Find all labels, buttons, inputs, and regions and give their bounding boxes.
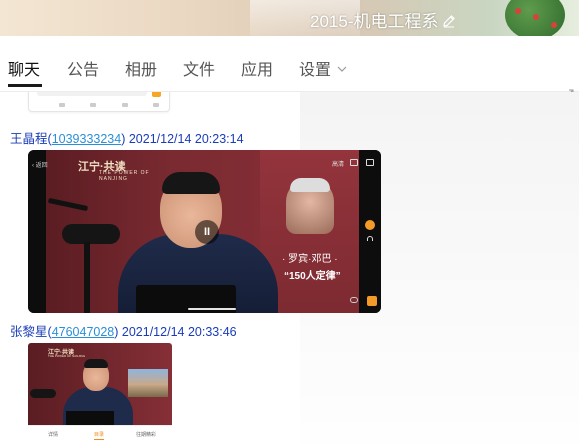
tab-announcements[interactable]: 公告	[67, 56, 99, 80]
group-title: 2015-机电工程系	[310, 7, 456, 32]
thumbnail-speaker-hair	[84, 359, 108, 368]
message-sender-line: 王晶程(1039333234) 2021/12/14 20:23:14	[10, 132, 244, 146]
video-progress-bar[interactable]	[188, 308, 236, 310]
thumbnail-microphone	[30, 389, 56, 398]
message-sender-line: 张黎星(476047028) 2021/12/14 20:33:46	[10, 325, 237, 339]
card-input-bar	[37, 92, 147, 96]
edit-icon[interactable]	[442, 14, 456, 28]
previous-message-card[interactable]	[28, 92, 170, 112]
message-time: 2021/12/14 20:23:14	[128, 132, 244, 146]
tab-bar: 聊天 公告 相册 文件 应用 设置	[0, 36, 579, 97]
speaker-hair	[162, 172, 220, 194]
caption-name: · 罗宾·邓巴 ·	[282, 254, 338, 265]
banner-berry-decoration	[551, 22, 557, 28]
thumbnail-tab-details[interactable]: 详情	[48, 431, 58, 438]
cast-screen-icon[interactable]	[366, 159, 374, 166]
thumbnail-tab-bar: 详情 目录 往期精彩	[28, 425, 172, 445]
pause-button[interactable]: II	[195, 220, 219, 244]
video-message[interactable]: ‹ 返回 江宁·共读 THE POWER OF NANJING II · 罗宾·…	[28, 150, 381, 313]
comment-icon[interactable]	[350, 297, 358, 303]
video-back-button[interactable]: ‹ 返回	[32, 160, 48, 169]
microphone-stand	[84, 242, 90, 313]
gift-icon[interactable]	[367, 296, 377, 306]
card-send-icon	[152, 92, 161, 97]
quality-label[interactable]: 高清	[332, 159, 344, 168]
headphone-icon[interactable]	[367, 236, 373, 241]
tab-settings[interactable]: 设置	[299, 56, 347, 80]
tab-chat[interactable]: 聊天	[8, 56, 40, 80]
sender-qq-link[interactable]: 1039333234	[52, 132, 122, 146]
tab-files[interactable]: 文件	[183, 56, 215, 80]
share-icon[interactable]	[365, 220, 375, 230]
chevron-down-icon	[337, 66, 347, 72]
thumbnail-building-photo	[128, 369, 168, 397]
banner-berry-decoration	[515, 8, 521, 14]
picture-in-picture-icon[interactable]	[350, 159, 358, 166]
thumbnail-tab-past[interactable]: 往期精彩	[136, 431, 156, 438]
active-tab-indicator	[8, 84, 42, 87]
thumbnail-active-tab-indicator	[94, 439, 104, 440]
caption-title: “150人定律”	[284, 271, 341, 282]
card-toolbar	[59, 103, 159, 107]
chat-message-area[interactable]: 王晶程(1039333234) 2021/12/14 20:23:14 ‹ 返回…	[0, 92, 579, 445]
microphone	[62, 224, 120, 244]
thumbnail-logo-subtitle: THE POWER OF NANJING	[48, 354, 86, 358]
guest-portrait-hair	[290, 178, 330, 192]
video-logo-subtitle: THE POWER OF NANJING	[99, 170, 150, 182]
group-name: 2015-机电工程系	[310, 12, 439, 31]
video-letterbox-left	[28, 150, 46, 313]
message-time: 2021/12/14 20:33:46	[121, 325, 237, 339]
tab-apps[interactable]: 应用	[241, 56, 273, 80]
back-label: 返回	[35, 163, 48, 169]
group-header-banner: 2015-机电工程系	[0, 0, 579, 36]
thumbnail-laptop	[66, 411, 114, 425]
sender-qq-link[interactable]: 476047028	[52, 325, 115, 339]
sender-name[interactable]: 王晶程	[10, 132, 48, 146]
video-message-thumbnail[interactable]: 江宁·共读 THE POWER OF NANJING 详情 目录 往期精彩	[28, 343, 172, 445]
sender-name[interactable]: 张黎星	[10, 325, 48, 339]
tab-settings-label: 设置	[299, 62, 332, 79]
tab-album[interactable]: 相册	[125, 56, 157, 80]
banner-berry-decoration	[533, 14, 539, 20]
thumbnail-tab-catalog[interactable]: 目录	[94, 431, 104, 438]
video-letterbox-right	[359, 150, 381, 313]
